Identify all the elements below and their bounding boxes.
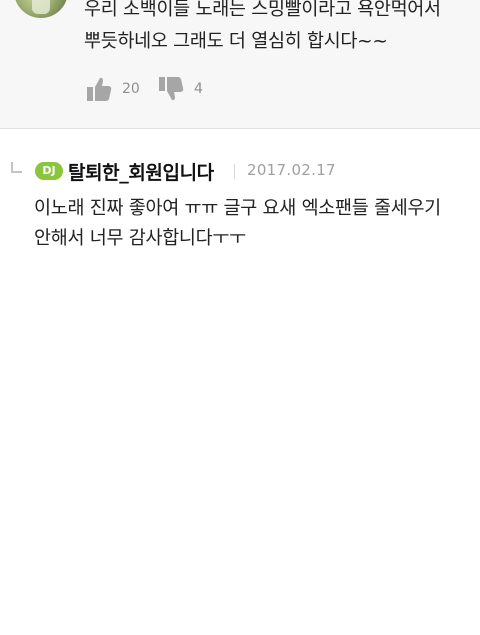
reply-arrow-icon — [11, 162, 22, 173]
comment-text: 이노래 진짜 좋아여 ㅠㅠ 글구 요새 엑소팬들 줄세우기 안해서 너무 감사합… — [34, 198, 441, 249]
divider — [234, 164, 235, 179]
avatar[interactable] — [14, 0, 68, 18]
dj-badge: DJ — [35, 162, 63, 180]
upvote-button[interactable]: 20 — [86, 74, 140, 104]
comment-date: 2017.02.17 — [247, 161, 336, 179]
username[interactable]: 탈퇴한_회원입니다 — [68, 158, 214, 185]
thumbs-up-icon — [86, 76, 112, 102]
downvote-count: 4 — [194, 81, 203, 97]
downvote-button[interactable]: 4 — [158, 74, 203, 104]
thumbs-down-icon — [158, 76, 184, 102]
comment-thread-page: 우리 소백이들 노래는 스밍빨이라고 욕안먹어서 뿌듯하네오 그래도 더 열심히… — [0, 0, 480, 635]
comment-text: 우리 소백이들 노래는 스밍빨이라고 욕안먹어서 뿌듯하네오 그래도 더 열심히… — [84, 0, 441, 52]
comment-item: 우리 소백이들 노래는 스밍빨이라고 욕안먹어서 뿌듯하네오 그래도 더 열심히… — [0, 0, 480, 129]
upvote-count: 20 — [122, 81, 140, 97]
